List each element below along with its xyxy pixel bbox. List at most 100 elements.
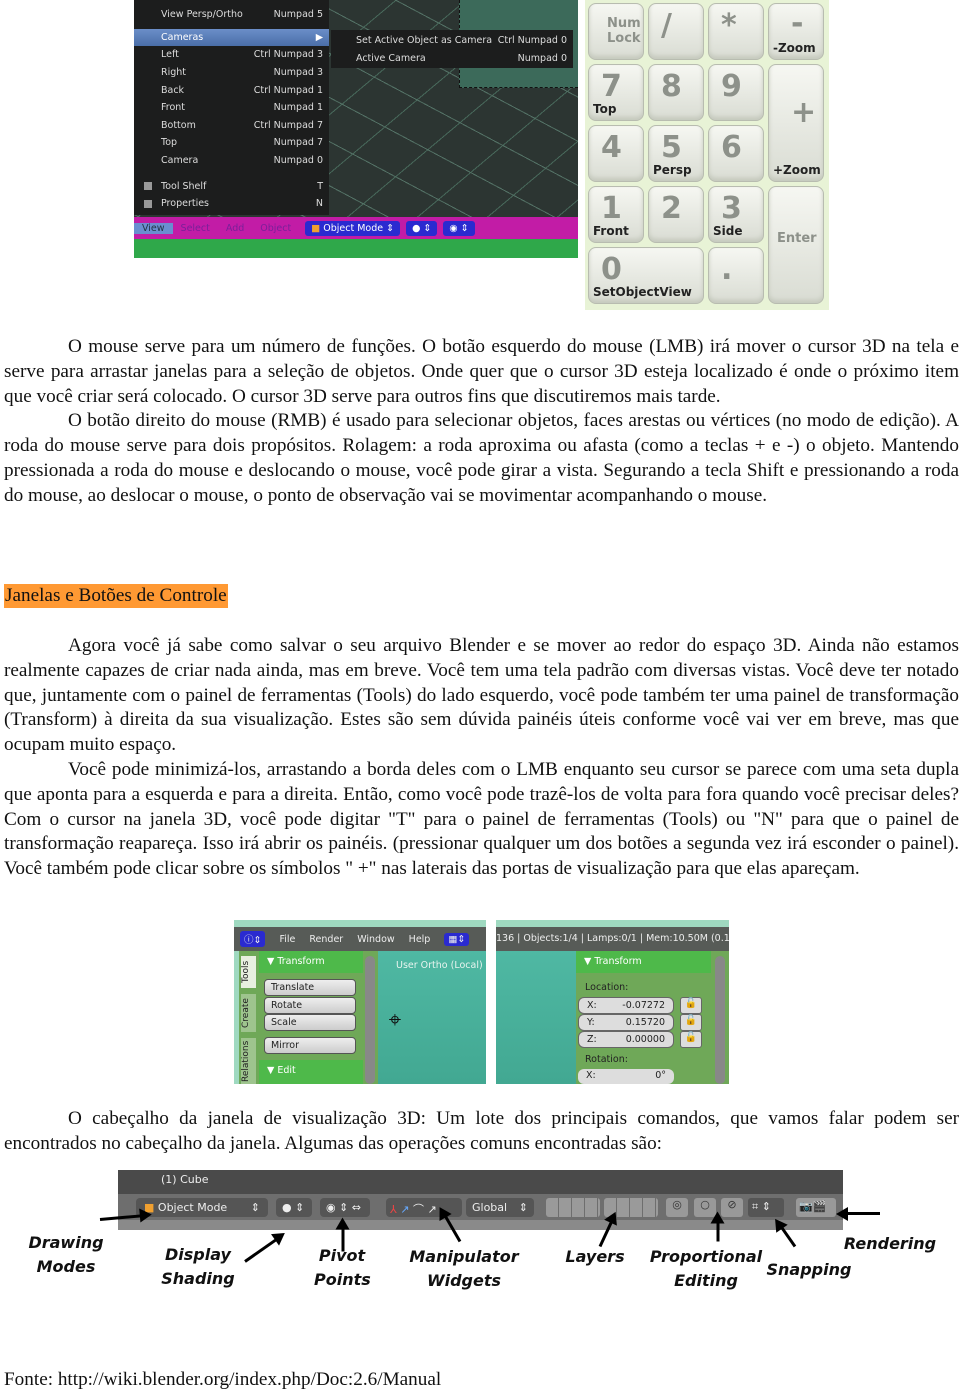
numpad-key: 6: [708, 125, 764, 182]
menu-item-left[interactable]: Left Ctrl Numpad 3: [134, 46, 329, 64]
body-text-3: O cabeçalho da janela de visualização 3D…: [4, 1107, 959, 1157]
label-rendering: Rendering: [843, 1234, 937, 1253]
translate-button[interactable]: Translate: [264, 979, 356, 996]
render-menu[interactable]: Render: [309, 934, 343, 945]
shading-selector[interactable]: ● ⇕: [276, 1198, 312, 1217]
menu-item-right[interactable]: Right Numpad 3: [134, 64, 329, 82]
view-label: User Ortho (Local): [396, 960, 483, 971]
menu-item-top[interactable]: Top Numpad 7: [134, 134, 329, 152]
location-x-field[interactable]: X: -0.07272: [578, 997, 674, 1014]
rotation-x-field[interactable]: X: 0°: [578, 1069, 674, 1084]
view-menu: View Persp/Ortho Numpad 5 Cameras ▶ Left Ctrl…: [134, 0, 329, 215]
timeline: [134, 239, 578, 258]
checkbox-icon[interactable]: [144, 199, 152, 208]
numpad-image: Num Lock / * - -Zoom 7 Top 8 9 + +Zoom 4 5 Persp 6 1 Fro…: [585, 0, 829, 310]
label-pivot-points: Pivot Points: [314, 1246, 371, 1289]
cube-icon: ■: [311, 222, 321, 234]
numpad-key: 7 Top: [588, 64, 644, 121]
numpad-key: /: [648, 3, 704, 60]
object-menu-button[interactable]: Object: [252, 223, 299, 234]
transform-panel-screenshot: 136 | Objects:1/4 | Lamps:0/1 | Mem:10.5…: [496, 920, 729, 1084]
lock-icon[interactable]: 🔓: [680, 997, 702, 1014]
numpad-key: 0 SetObjectView: [588, 247, 704, 304]
submenu-item[interactable]: Set Active Object as Camera Ctrl Numpad 0: [331, 32, 573, 50]
tab-tools[interactable]: Tools: [241, 956, 256, 988]
menu-item-properties[interactable]: Properties N: [134, 195, 329, 213]
layout-icon[interactable]: ▦⇕: [444, 932, 470, 946]
3d-header-screenshot: (1) Cube ■ Object Mode ⇕ ● ⇕ ◉ ⇕ ⇔ ⅄ ↗ ⌒…: [118, 1170, 843, 1230]
mirror-button[interactable]: Mirror: [264, 1036, 356, 1054]
checkbox-icon[interactable]: [144, 182, 152, 191]
scrollbar[interactable]: [715, 956, 725, 1084]
layers-grid-1[interactable]: [546, 1198, 600, 1217]
numpad-key: 1 Front: [588, 186, 644, 243]
label-manipulator-widgets: Manipulator Widgets: [409, 1247, 519, 1290]
label-drawing-modes: Drawing Modes: [28, 1233, 104, 1276]
numpad-key: .: [708, 247, 764, 304]
scale-button[interactable]: Scale: [264, 1014, 356, 1031]
paragraph-mouse: O mouse serve para um número de funções.…: [4, 336, 959, 407]
tab-relations[interactable]: Relations: [241, 1038, 256, 1084]
edit-header[interactable]: ▼ Edit: [259, 1060, 363, 1084]
arrow-icon: [716, 1215, 720, 1242]
proportional-editing-icon[interactable]: ◎: [666, 1198, 688, 1217]
pivot-selector[interactable]: ◉ ⇕: [443, 220, 475, 236]
select-menu-button[interactable]: Select: [173, 223, 218, 234]
paragraph-header: O cabeçalho da janela de visualização 3D…: [4, 1108, 959, 1154]
paragraph-windows: Agora você já sabe como salvar o seu arq…: [4, 635, 959, 756]
numpad-key: 5 Persp: [648, 125, 704, 182]
window-menu[interactable]: Window: [357, 934, 394, 945]
label-layers: Layers: [565, 1247, 625, 1266]
tab-create[interactable]: Create: [241, 994, 256, 1032]
location-label: Location:: [585, 982, 629, 993]
transform-header[interactable]: ▼ Transform: [576, 951, 711, 973]
menu-item-tool-shelf[interactable]: Tool Shelf T: [134, 177, 329, 195]
pivot-selector[interactable]: ◉ ⇕ ⇔: [320, 1198, 370, 1217]
add-menu-button[interactable]: Add: [218, 223, 252, 234]
body-text-1: O mouse serve para um número de funções.…: [4, 335, 959, 509]
menu-item-front[interactable]: Front Numpad 1: [134, 99, 329, 117]
numpad-key: - -Zoom: [768, 3, 824, 60]
label-snapping: Snapping: [766, 1260, 852, 1279]
label-proportional-editing: Proportional Editing: [649, 1247, 763, 1290]
menu-item-cameras[interactable]: Cameras ▶: [134, 28, 329, 47]
numpad-key: + +Zoom: [768, 64, 824, 182]
scrollbar[interactable]: [365, 956, 375, 1084]
lock-icon[interactable]: 🔓: [680, 1014, 702, 1031]
source-footer: Fonte: http://wiki.blender.org/index.php…: [4, 1369, 442, 1390]
menu-item-camera[interactable]: Camera Numpad 0: [134, 152, 329, 170]
lock-icon[interactable]: 🔓: [680, 1031, 702, 1048]
paragraph-minimize: Você pode minimizá-los, arrastando a bor…: [4, 758, 959, 880]
help-menu[interactable]: Help: [409, 934, 431, 945]
numpad-key: 2: [648, 186, 704, 243]
snap-element-selector[interactable]: ⌗ ⇕: [748, 1198, 784, 1217]
tools-panel-screenshot: ⓘ⇕ File Render Window Help ▦⇕ Tools Crea…: [234, 920, 486, 1084]
section-heading: Janelas e Botões de Controle: [4, 584, 228, 608]
view-menu-screenshot: View Persp/Ortho Numpad 5 Cameras ▶ Left Ctrl…: [134, 0, 578, 258]
arrow-icon: [244, 1234, 283, 1263]
shading-selector[interactable]: ● ⇕: [406, 220, 438, 236]
label-display-shading: Display Shading: [161, 1245, 235, 1288]
mode-selector[interactable]: ■ Object Mode ⇕: [305, 220, 401, 236]
transform-header[interactable]: ▼ Transform: [259, 951, 363, 973]
info-icon[interactable]: ⓘ⇕: [240, 931, 266, 947]
orientation-selector[interactable]: Global ⇕: [466, 1198, 534, 1217]
viewport-header: View Select Add Object ■ Object Mode ⇕ ●…: [134, 217, 578, 239]
arrow-icon: [840, 1212, 880, 1215]
render-icons[interactable]: 📷🎬: [796, 1198, 836, 1217]
menu-item-bottom[interactable]: Bottom Ctrl Numpad 7: [134, 117, 329, 135]
numpad-key: 8: [648, 64, 704, 121]
mode-selector[interactable]: ■ Object Mode ⇕: [136, 1198, 268, 1217]
stats-bar: 136 | Objects:1/4 | Lamps:0/1 | Mem:10.5…: [496, 927, 729, 951]
numpad-key: 9: [708, 64, 764, 121]
file-menu[interactable]: File: [279, 934, 295, 945]
paragraph-rmb: O botão direito do mouse (RMB) é usado p…: [4, 410, 959, 506]
rotate-button[interactable]: Rotate: [264, 996, 356, 1014]
location-y-field[interactable]: Y: 0.15720: [578, 1014, 674, 1031]
location-z-field[interactable]: Z: 0.00000: [578, 1031, 674, 1048]
cameras-submenu: Set Active Object as Camera Ctrl Numpad 0…: [331, 30, 573, 68]
menu-item-back[interactable]: Back Ctrl Numpad 1: [134, 81, 329, 99]
menu-item-view-persp-ortho[interactable]: View Persp/Ortho Numpad 5: [134, 6, 329, 24]
view-menu-button[interactable]: View: [134, 222, 173, 234]
submenu-item[interactable]: Active Camera Numpad 0: [331, 50, 573, 68]
